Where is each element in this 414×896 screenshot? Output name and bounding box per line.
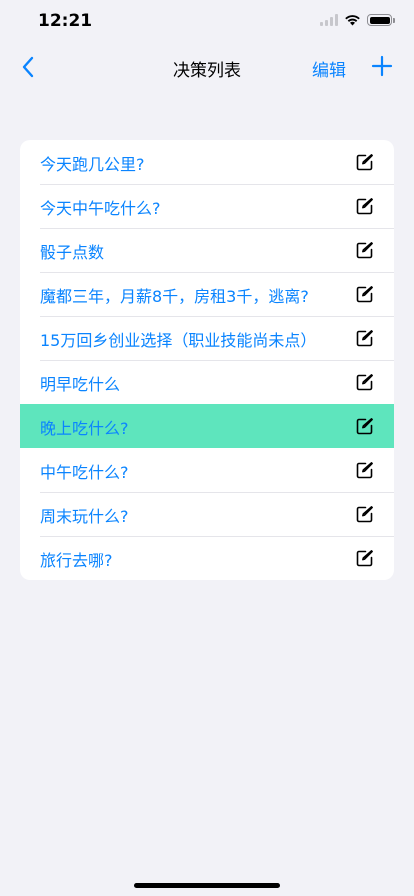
decision-label: 旅行去哪?: [40, 551, 113, 570]
decision-label: 周末玩什么?: [40, 507, 129, 526]
square-pencil-icon[interactable]: [356, 153, 374, 171]
decision-label: 今天中午吃什么?: [40, 199, 161, 218]
page-title: 决策列表: [173, 61, 241, 81]
square-pencil-icon[interactable]: [356, 549, 374, 567]
square-pencil-icon[interactable]: [356, 329, 374, 347]
decision-row[interactable]: 明早吃什么: [20, 360, 394, 404]
decision-row[interactable]: 旅行去哪?: [20, 536, 394, 580]
cellular-signal-icon: [320, 14, 338, 26]
square-pencil-icon[interactable]: [356, 285, 374, 303]
home-indicator: [134, 883, 280, 888]
square-pencil-icon[interactable]: [356, 373, 374, 391]
battery-icon: [367, 14, 395, 26]
decision-row[interactable]: 今天中午吃什么?: [20, 184, 394, 228]
decision-label: 晚上吃什么?: [40, 419, 129, 438]
square-pencil-icon[interactable]: [356, 461, 374, 479]
decision-row[interactable]: 晚上吃什么?: [20, 404, 394, 448]
decision-row[interactable]: 周末玩什么?: [20, 492, 394, 536]
add-button[interactable]: [370, 54, 394, 78]
navigation-bar: 决策列表 编辑: [0, 44, 414, 90]
square-pencil-icon[interactable]: [356, 241, 374, 259]
status-time: 12:21: [38, 11, 93, 31]
decision-label: 中午吃什么?: [40, 463, 129, 482]
decision-label: 今天跑几公里?: [40, 155, 145, 174]
square-pencil-icon[interactable]: [356, 197, 374, 215]
decision-row[interactable]: 骰子点数: [20, 228, 394, 272]
wifi-icon: [345, 15, 360, 26]
square-pencil-icon[interactable]: [356, 505, 374, 523]
status-icons: [320, 14, 395, 26]
decision-row[interactable]: 15万回乡创业选择（职业技能尚未点）: [20, 316, 394, 360]
decision-row[interactable]: 中午吃什么?: [20, 448, 394, 492]
square-pencil-icon[interactable]: [356, 417, 374, 435]
plus-icon: [371, 55, 393, 77]
decision-label: 15万回乡创业选择（职业技能尚未点）: [40, 331, 317, 350]
edit-button[interactable]: 编辑: [312, 56, 346, 81]
decision-label: 骰子点数: [40, 243, 105, 262]
status-bar: 12:21: [0, 0, 414, 44]
decision-row[interactable]: 今天跑几公里?: [20, 140, 394, 184]
decision-row[interactable]: 魔都三年，月薪8千，房租3千，逃离?: [20, 272, 394, 316]
decision-label: 明早吃什么: [40, 375, 121, 394]
decision-label: 魔都三年，月薪8千，房租3千，逃离?: [40, 287, 309, 306]
decision-list: 今天跑几公里? 今天中午吃什么? 骰子点数魔都三年，月薪8千，房租3千，逃离? 15万…: [20, 140, 394, 580]
